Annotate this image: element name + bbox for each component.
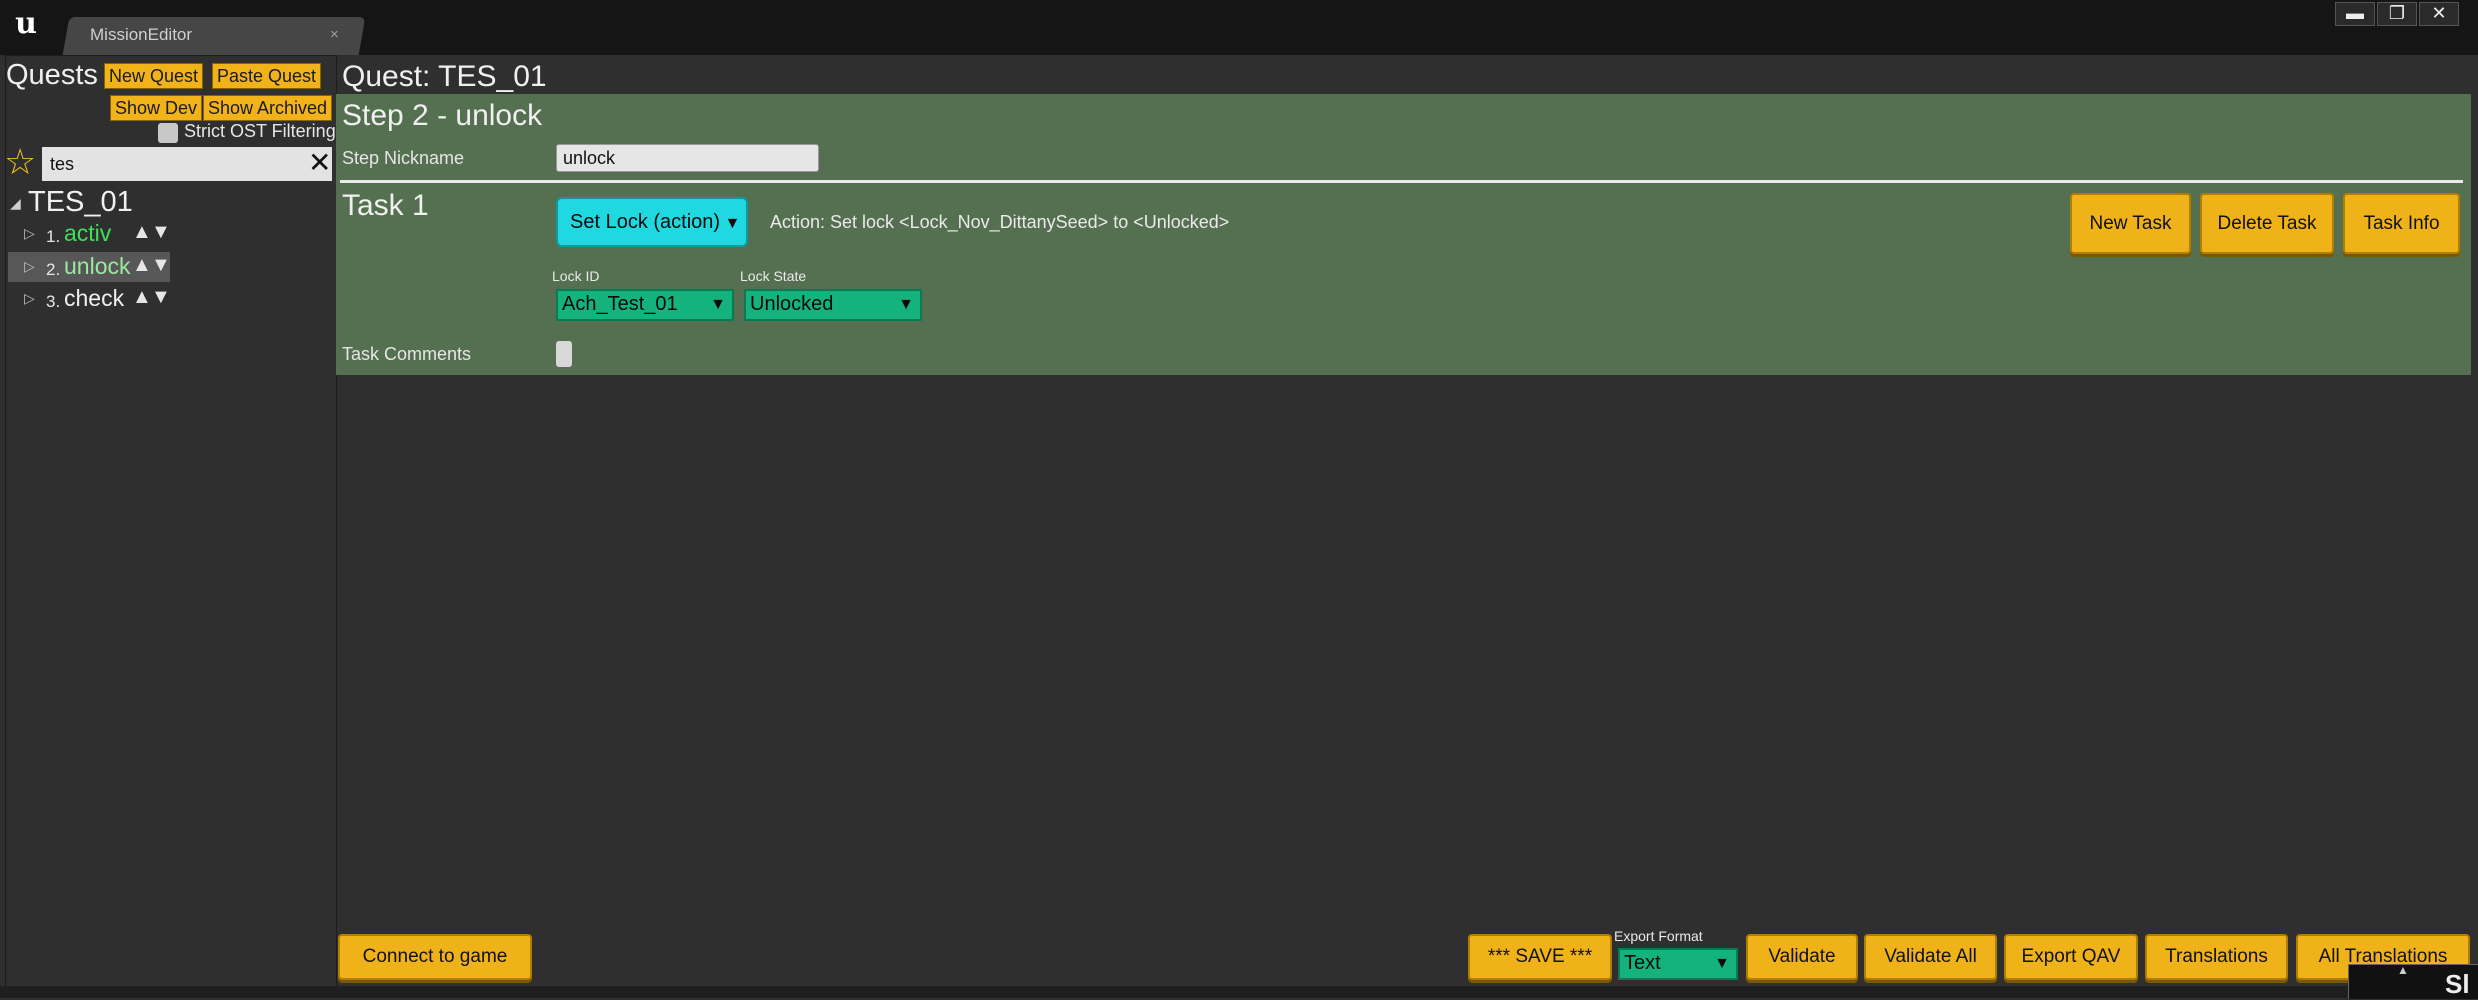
lock-state-value: Unlocked bbox=[750, 293, 834, 315]
dropdown-arrow-icon: ▼ bbox=[710, 296, 726, 313]
tab-label: MissionEditor bbox=[90, 25, 193, 44]
tree-step-row[interactable]: ▷ 3. check ▲ ▼ bbox=[8, 284, 171, 314]
tree-root-quest[interactable]: TES_01 bbox=[28, 186, 133, 219]
dropdown-arrow-icon: ▼ bbox=[1714, 955, 1730, 972]
title-bar bbox=[0, 0, 2478, 55]
task-title: Task 1 bbox=[342, 189, 429, 222]
move-up-icon[interactable]: ▲ bbox=[132, 221, 152, 244]
unreal-logo-icon: u bbox=[15, 6, 37, 41]
step-name[interactable]: unlock bbox=[64, 253, 130, 280]
step-name[interactable]: check bbox=[64, 285, 124, 312]
show-dev-button[interactable]: Show Dev bbox=[110, 95, 203, 121]
step-name[interactable]: activ bbox=[64, 220, 111, 247]
quest-title: Quest: TES_01 bbox=[342, 60, 547, 93]
export-format-select[interactable]: Text ▼ bbox=[1618, 948, 1738, 980]
export-format-label: Export Format bbox=[1614, 928, 1703, 944]
delete-task-button[interactable]: Delete Task bbox=[2200, 193, 2334, 254]
new-task-button[interactable]: New Task bbox=[2070, 193, 2191, 254]
task-comments-input[interactable] bbox=[556, 341, 572, 367]
minimize-button[interactable]: ▬ bbox=[2335, 2, 2375, 26]
task-action-value: Set Lock (action) bbox=[570, 211, 721, 233]
chevron-up-icon: ▲ bbox=[2397, 963, 2409, 977]
tree-step-row[interactable]: ▷ 1. activ ▲ ▼ bbox=[8, 219, 171, 249]
clear-search-icon[interactable]: ✕ bbox=[308, 146, 331, 180]
strict-ost-label: Strict OST Filtering bbox=[184, 121, 336, 141]
move-up-icon[interactable]: ▲ bbox=[132, 286, 152, 309]
paste-quest-button[interactable]: Paste Quest bbox=[212, 63, 322, 89]
lock-id-select[interactable]: Ach_Test_01 ▼ bbox=[556, 289, 734, 321]
lock-state-label: Lock State bbox=[740, 268, 807, 284]
lock-id-value: Ach_Test_01 bbox=[562, 293, 678, 315]
move-down-icon[interactable]: ▼ bbox=[151, 221, 171, 244]
star-icon[interactable]: ☆ bbox=[4, 144, 40, 180]
export-qav-button[interactable]: Export QAV bbox=[2004, 934, 2138, 980]
move-down-icon[interactable]: ▼ bbox=[151, 286, 171, 309]
step-nickname-input[interactable] bbox=[556, 144, 819, 172]
corner-text: Sl bbox=[2445, 969, 2470, 999]
validate-all-button[interactable]: Validate All bbox=[1864, 934, 1997, 980]
tab-close-icon[interactable]: × bbox=[330, 26, 339, 43]
action-description: Action: Set lock <Lock_Nov_DittanySeed> … bbox=[770, 212, 1230, 232]
expand-arrow-icon[interactable]: ▷ bbox=[24, 258, 35, 275]
expand-arrow-icon[interactable]: ▷ bbox=[24, 225, 35, 242]
lock-id-label: Lock ID bbox=[552, 268, 600, 284]
step-number: 2. bbox=[46, 260, 61, 279]
validate-button[interactable]: Validate bbox=[1746, 934, 1858, 980]
move-down-icon[interactable]: ▼ bbox=[151, 254, 171, 277]
expand-arrow-icon[interactable]: ▷ bbox=[24, 290, 35, 307]
status-bar bbox=[0, 986, 2478, 998]
strict-ost-checkbox[interactable] bbox=[158, 123, 178, 143]
divider bbox=[340, 180, 2463, 183]
dropdown-arrow-icon: ▼ bbox=[720, 215, 741, 232]
collapse-arrow-icon[interactable]: ◢ bbox=[10, 195, 21, 212]
move-up-icon[interactable]: ▲ bbox=[132, 254, 152, 277]
connect-to-game-button[interactable]: Connect to game bbox=[338, 934, 532, 980]
task-comments-label: Task Comments bbox=[342, 344, 472, 364]
task-action-select[interactable]: Set Lock (action) ▼ bbox=[556, 197, 748, 247]
export-format-value: Text bbox=[1624, 952, 1661, 974]
close-window-button[interactable]: ✕ bbox=[2419, 2, 2459, 26]
step-nickname-label: Step Nickname bbox=[342, 148, 465, 168]
show-archived-button[interactable]: Show Archived bbox=[203, 95, 333, 121]
translations-button[interactable]: Translations bbox=[2145, 934, 2288, 980]
quest-search-input[interactable] bbox=[42, 147, 332, 181]
task-info-button[interactable]: Task Info bbox=[2343, 193, 2460, 254]
step-number: 3. bbox=[46, 292, 61, 311]
corner-widget[interactable]: ▲ Sl bbox=[2348, 963, 2478, 999]
new-quest-button[interactable]: New Quest bbox=[104, 63, 204, 89]
step-number: 1. bbox=[46, 227, 61, 246]
dropdown-arrow-icon: ▼ bbox=[898, 296, 914, 313]
step-title: Step 2 - unlock bbox=[342, 99, 543, 132]
tree-step-row-selected[interactable]: ▷ 2. unlock ▲ ▼ bbox=[8, 252, 171, 282]
maximize-button[interactable]: ❐ bbox=[2377, 2, 2417, 26]
save-button[interactable]: *** SAVE *** bbox=[1468, 934, 1612, 980]
quests-title: Quests bbox=[6, 59, 98, 91]
lock-state-select[interactable]: Unlocked ▼ bbox=[744, 289, 922, 321]
